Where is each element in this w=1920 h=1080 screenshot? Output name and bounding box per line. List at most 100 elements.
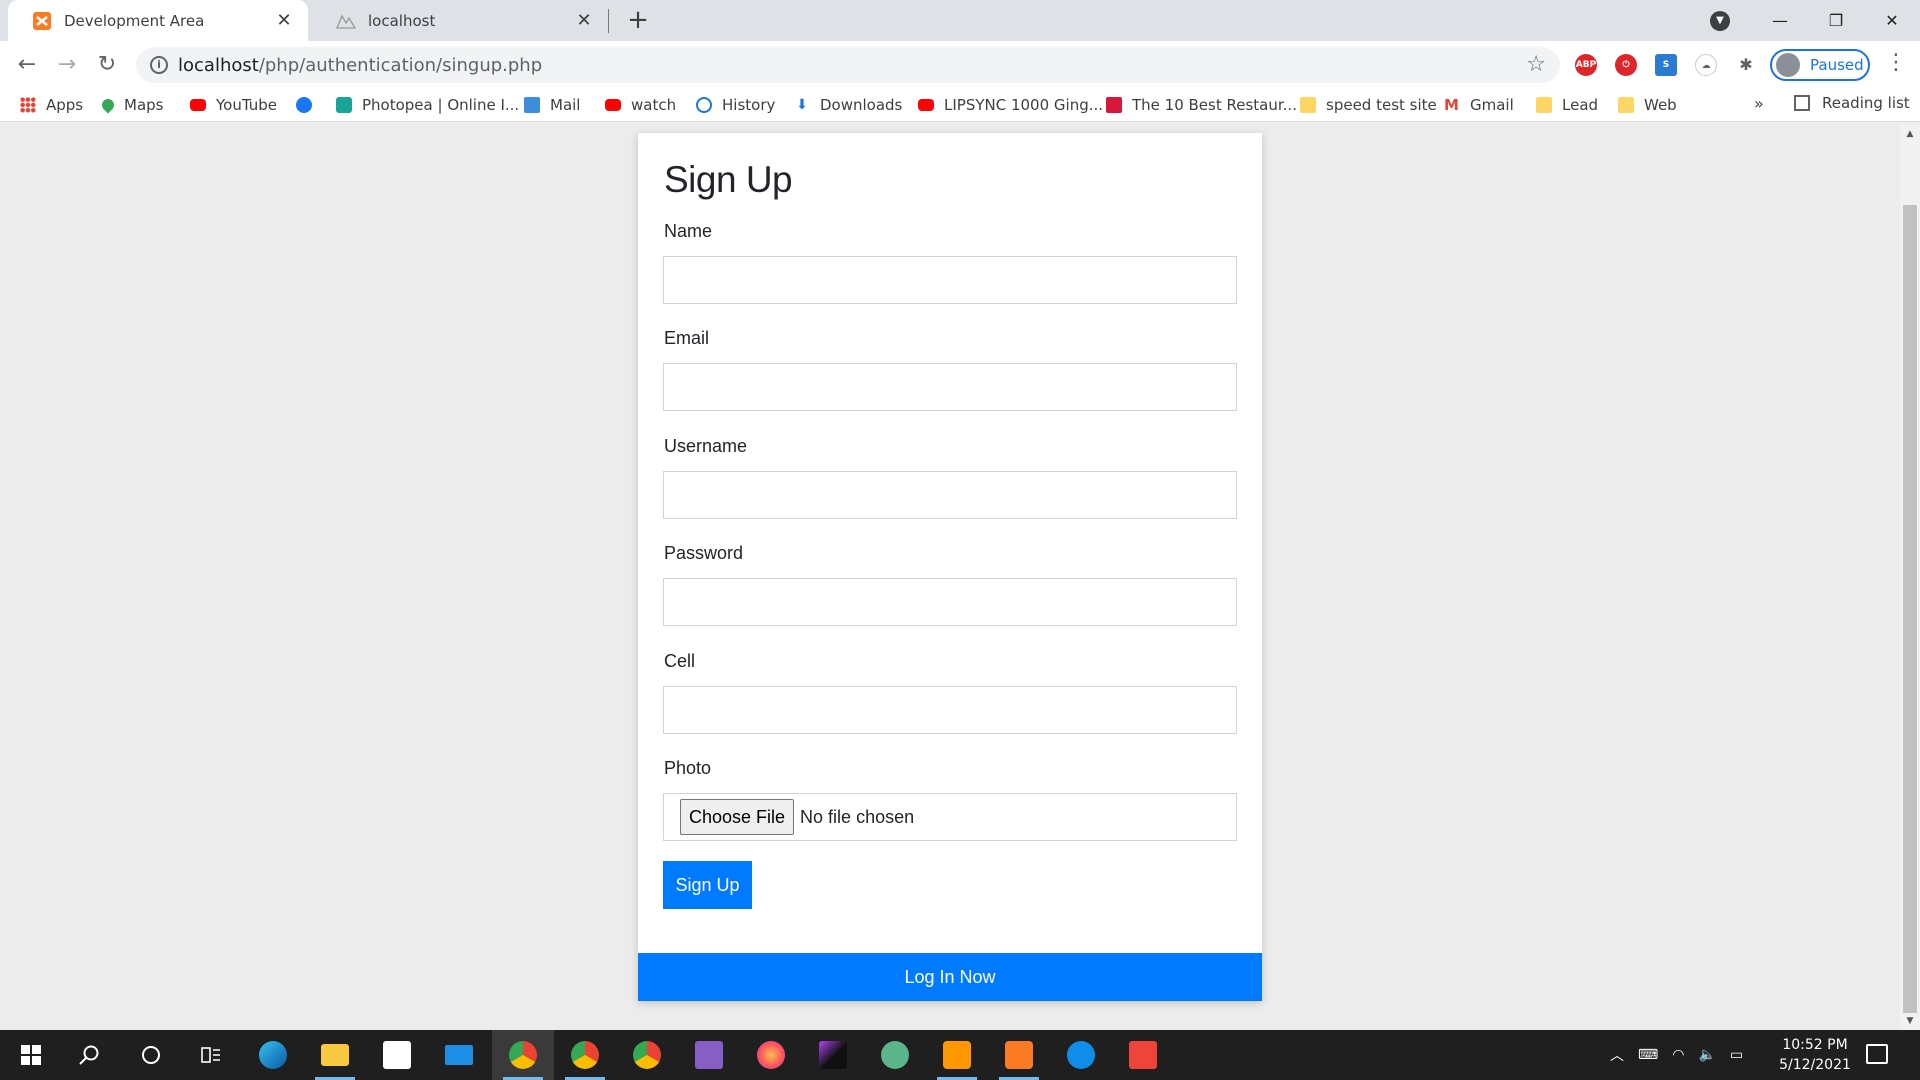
anydesk-icon[interactable] <box>1112 1030 1174 1080</box>
folder-icon <box>1536 97 1552 113</box>
site-info-icon[interactable]: i <box>150 56 168 74</box>
maps-icon <box>99 96 117 114</box>
bookmark-gmail[interactable]: M Gmail <box>1444 94 1514 116</box>
notification-center-icon[interactable] <box>1866 1044 1888 1064</box>
chrome-icon[interactable] <box>492 1030 554 1080</box>
show-hidden-icons-icon[interactable]: ︿ <box>1610 1045 1624 1065</box>
sign-up-button[interactable]: Sign Up <box>663 861 752 909</box>
bookmark-history[interactable]: History <box>696 94 775 116</box>
search-icon[interactable] <box>58 1030 120 1080</box>
bookmark-lipsync[interactable]: LIPSYNC 1000 Ging... <box>918 94 1103 116</box>
reading-list-icon <box>1794 95 1810 111</box>
username-input[interactable] <box>663 471 1237 519</box>
bookmark-label: Maps <box>124 96 164 114</box>
email-input[interactable] <box>663 363 1237 411</box>
edge-icon[interactable] <box>242 1030 304 1080</box>
extensions-puzzle-icon[interactable]: ✱ <box>1735 54 1757 76</box>
profile-status: Paused <box>1810 56 1864 74</box>
bookmark-star-icon[interactable]: ☆ <box>1526 52 1546 77</box>
bookmark-watch[interactable]: watch <box>605 94 676 116</box>
adblock-plus-icon[interactable]: ABP <box>1575 54 1597 76</box>
name-input[interactable] <box>663 256 1237 304</box>
tab-localhost[interactable]: localhost ✕ <box>312 0 608 41</box>
mail-app-icon[interactable] <box>428 1030 490 1080</box>
teamviewer-icon[interactable] <box>1050 1030 1112 1080</box>
cloud-extension-icon[interactable]: ☁ <box>1695 54 1717 76</box>
close-tab-icon[interactable]: ✕ <box>574 10 594 31</box>
screenshot-extension-icon[interactable]: S <box>1655 54 1677 76</box>
url-text[interactable]: localhost/php/authentication/singup.php <box>178 55 542 76</box>
history-icon <box>696 97 712 113</box>
file-explorer-icon[interactable] <box>304 1030 366 1080</box>
cortana-icon[interactable] <box>120 1030 182 1080</box>
clock-time: 10:52 PM <box>1782 1037 1848 1053</box>
phpstorm-icon[interactable] <box>802 1030 864 1080</box>
scroll-down-icon[interactable]: ▼ <box>1900 1016 1920 1026</box>
photo-file-input[interactable]: Choose File No file chosen <box>663 793 1237 841</box>
bookmark-lead[interactable]: Lead <box>1536 94 1598 116</box>
bookmark-mail[interactable]: Mail <box>524 94 580 116</box>
profile-button[interactable]: Paused <box>1770 49 1870 81</box>
restore-icon[interactable]: ❐ <box>1808 11 1864 30</box>
cell-input[interactable] <box>663 686 1237 734</box>
bookmark-youtube[interactable]: YouTube <box>190 94 277 116</box>
task-view-icon[interactable] <box>180 1030 242 1080</box>
tab-development-area[interactable]: Development Area ✕ <box>8 0 308 41</box>
new-tab-button[interactable]: + <box>624 6 652 34</box>
log-in-now-button[interactable]: Log In Now <box>638 953 1262 1001</box>
atom-icon[interactable] <box>864 1030 926 1080</box>
apps-grid-icon <box>20 97 36 113</box>
microsoft-store-icon[interactable] <box>366 1030 428 1080</box>
bookmark-label: Web <box>1644 96 1677 114</box>
chrome-alt-profile-icon[interactable] <box>616 1030 678 1080</box>
reading-list-button[interactable]: Reading list <box>1794 94 1910 112</box>
xampp-taskbar-icon[interactable] <box>988 1030 1050 1080</box>
bookmark-facebook[interactable] <box>296 94 312 116</box>
input-method-icon[interactable]: ⌨ <box>1638 1047 1658 1063</box>
firefox-icon[interactable] <box>740 1030 802 1080</box>
windows-start-icon[interactable] <box>0 1030 62 1080</box>
scroll-up-icon[interactable]: ▲ <box>1900 129 1920 139</box>
password-input[interactable] <box>663 578 1237 626</box>
tab-search-icon[interactable]: ▼ <box>1710 11 1730 31</box>
reload-icon[interactable]: ↻ <box>92 50 122 80</box>
cell-label: Cell <box>664 651 696 671</box>
bookmark-web[interactable]: Web <box>1618 94 1677 116</box>
close-tab-icon[interactable]: ✕ <box>274 10 294 31</box>
ublock-icon[interactable]: ⏻ <box>1615 54 1637 76</box>
phpmyadmin-icon <box>336 11 356 31</box>
scrollbar-thumb[interactable] <box>1903 205 1917 1013</box>
page-scrollbar[interactable]: ▲ ▼ <box>1900 123 1920 1030</box>
more-bookmarks-button[interactable]: » <box>1754 94 1764 113</box>
bookmark-speed-test[interactable]: speed test site <box>1300 94 1437 116</box>
bookmark-maps[interactable]: Maps <box>99 94 164 116</box>
volume-icon[interactable]: 🔈 <box>1698 1047 1715 1063</box>
bookmark-apps[interactable]: Apps <box>20 94 83 116</box>
choose-file-button[interactable]: Choose File <box>680 799 795 835</box>
bookmark-label: Photopea | Online I... <box>362 96 520 114</box>
back-arrow-icon[interactable]: ← <box>12 50 42 80</box>
close-window-icon[interactable]: ✕ <box>1864 11 1920 30</box>
bookmark-label: Downloads <box>820 96 903 114</box>
bookmark-downloads[interactable]: ⬇ Downloads <box>794 94 902 116</box>
address-bar[interactable]: i localhost/php/authentication/singup.ph… <box>136 47 1560 83</box>
keyboard-icon[interactable]: ▭ <box>1730 1047 1743 1063</box>
page-title: Sign Up <box>664 159 793 200</box>
bookmark-photopea[interactable]: Photopea | Online I... <box>336 94 519 116</box>
forward-arrow-icon[interactable]: → <box>52 50 82 80</box>
sublime-text-icon[interactable] <box>926 1030 988 1080</box>
taskbar-clock[interactable]: 10:52 PM 5/12/2021 <box>1760 1035 1870 1075</box>
tab-title: Development Area <box>64 11 205 30</box>
chrome-profile-icon[interactable] <box>554 1030 616 1080</box>
chrome-menu-icon[interactable]: ⋮ <box>1885 50 1907 75</box>
xampp-icon <box>32 11 52 31</box>
minimize-icon[interactable]: — <box>1752 11 1808 30</box>
window-controls: — ❐ ✕ <box>1752 0 1920 41</box>
wifi-icon[interactable]: ◠ <box>1672 1047 1684 1063</box>
bookmark-label: The 10 Best Restaur... <box>1132 96 1297 114</box>
bookmarks-bar: Apps Maps YouTube Photopea | Online I...… <box>0 88 1920 122</box>
name-label: Name <box>664 221 713 241</box>
tab-title: localhost <box>368 11 436 30</box>
bookmark-restaurants[interactable]: The 10 Best Restaur... <box>1106 94 1297 116</box>
visual-studio-icon[interactable] <box>678 1030 740 1080</box>
